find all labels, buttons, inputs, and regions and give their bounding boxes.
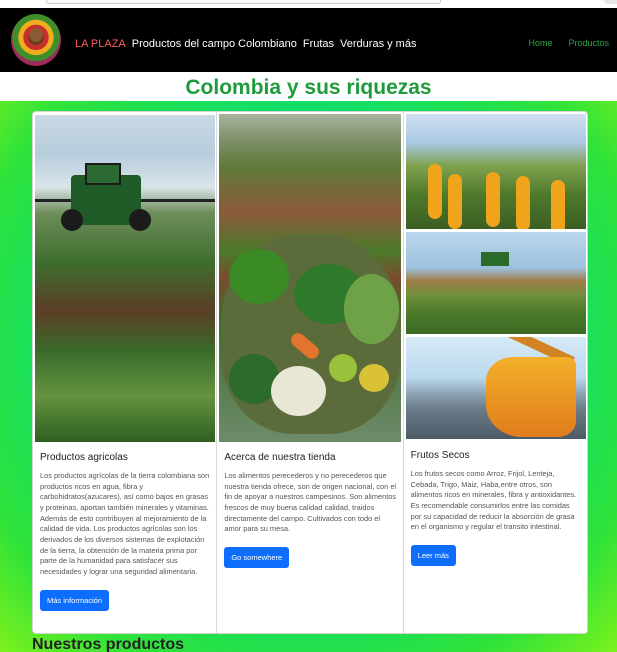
nav-link-home[interactable]: Home: [528, 38, 552, 48]
crop-field-image: [405, 232, 586, 334]
card-productos-agricolas: Productos agricolas Los productos agríco…: [33, 112, 218, 633]
corn-cob: [515, 176, 530, 229]
nav-brand[interactable]: LA PLAZA: [75, 38, 126, 50]
nav-link-frutas[interactable]: Frutas: [303, 38, 334, 50]
nav-right-links: Home Productos: [528, 38, 609, 48]
scrollbar-corner: [604, 0, 617, 4]
farmer-face-icon: [29, 28, 43, 42]
kale-shape: [344, 274, 400, 344]
nav-link-productos[interactable]: Productos: [568, 38, 609, 48]
grain-pile: [485, 357, 576, 437]
card-text: Los frutos secos como Arroz, Frijol, Len…: [410, 469, 577, 532]
browser-top-strip: [0, 0, 617, 8]
nav-link-productos-campo[interactable]: Productos del campo Colombiano: [132, 38, 297, 50]
card-frutos-secos: Frutos Secos Los frutos secos como Arroz…: [404, 112, 587, 633]
tractor-field-image: [35, 115, 215, 442]
page-title: Colombia y sus riquezas: [185, 76, 432, 99]
card-title: Frutos Secos: [410, 450, 470, 461]
store-logo[interactable]: [11, 14, 61, 66]
grain-harvest-image: [405, 337, 586, 439]
corn-image: [405, 114, 586, 229]
nav-links: LA PLAZA Productos del campo Colombiano …: [75, 38, 416, 50]
leer-mas-button[interactable]: Leer más: [410, 544, 456, 566]
mas-informacion-button[interactable]: Más información: [40, 589, 110, 611]
corn-cob: [447, 174, 462, 229]
card-body: Acerca de nuestra tienda Los alimentos p…: [224, 452, 396, 568]
card-text: Los productos agrícolas de la tierra col…: [40, 471, 210, 576]
vegetable-basket-image: [219, 114, 402, 442]
lettuce-shape: [229, 249, 290, 304]
card-group: Productos agricolas Los productos agríco…: [32, 111, 588, 634]
corn-cob: [550, 180, 565, 229]
corn-cob: [427, 164, 442, 219]
nav-link-verduras[interactable]: Verduras y más: [340, 38, 416, 50]
card-body: Frutos Secos Los frutos secos como Arroz…: [410, 450, 581, 566]
go-somewhere-button[interactable]: Go somewhere: [224, 546, 290, 568]
card-title: Productos agricolas: [40, 452, 128, 463]
section-title: Nuestros productos: [32, 636, 185, 652]
address-bar-edge: [46, 0, 441, 4]
corn-cob: [485, 172, 500, 227]
tractor-shape: [480, 252, 509, 266]
card-acerca-tienda: Acerca de nuestra tienda Los alimentos p…: [217, 112, 404, 633]
card-text: Los alimentos perecederos y no pereceder…: [224, 471, 397, 534]
navbar: LA PLAZA Productos del campo Colombiano …: [0, 8, 617, 72]
cauliflower-shape: [271, 366, 327, 416]
tractor-cab: [85, 163, 121, 185]
card-title: Acerca de nuestra tienda: [224, 452, 336, 463]
card-body: Productos agricolas Los productos agríco…: [40, 452, 210, 611]
